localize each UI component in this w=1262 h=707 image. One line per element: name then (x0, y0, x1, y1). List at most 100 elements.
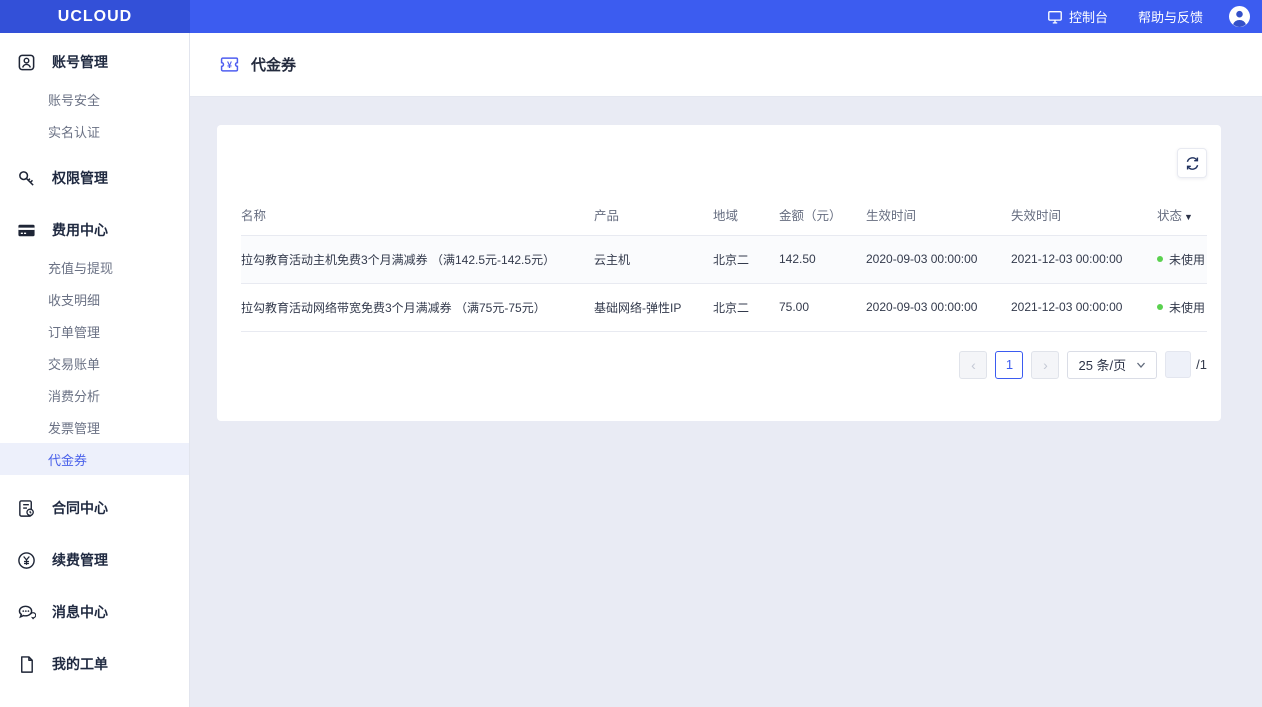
sidebar-item-label: 订单管理 (48, 322, 100, 341)
console-label: 控制台 (1069, 7, 1108, 26)
key-icon (16, 168, 36, 188)
sidebar-item-consumption[interactable]: 消费分析 (0, 379, 189, 411)
header-status-label: 状态 (1157, 209, 1182, 223)
sidebar-item-label: 合同中心 (52, 498, 108, 518)
sidebar-item-label: 发票管理 (48, 418, 100, 437)
user-avatar[interactable] (1229, 6, 1250, 27)
cell-product: 云主机 (594, 235, 713, 283)
sort-desc-icon[interactable]: ▼ (1184, 212, 1193, 222)
contract-clock-icon (16, 498, 36, 518)
chevron-left-icon: ‹ (971, 357, 976, 373)
document-icon (16, 654, 36, 674)
credit-card-icon (16, 220, 36, 240)
sidebar-item-permission[interactable]: 权限管理 (0, 157, 189, 199)
sidebar: 账号管理 账号安全 实名认证 权限管理 费用中心 充值与提现 收支明细 订单管理 (0, 33, 190, 707)
sidebar-item-label: 代金券 (48, 450, 87, 469)
user-badge-icon (16, 52, 36, 72)
cell-start-time: 2020-09-03 00:00:00 (866, 235, 1011, 283)
voucher-card: 名称 产品 地域 金额（元） 生效时间 失效时间 状态▼ 拉勾教育活动主机免费3… (217, 125, 1221, 421)
sidebar-item-recharge[interactable]: 充值与提现 (0, 251, 189, 283)
sidebar-item-label: 费用中心 (52, 220, 108, 240)
sidebar-item-message[interactable]: 消息中心 (0, 591, 189, 633)
sidebar-item-billing[interactable]: 费用中心 (0, 209, 189, 251)
svg-text:¥: ¥ (227, 60, 232, 70)
header-end-time: 失效时间 (1011, 195, 1157, 235)
cell-status: 未使用 (1157, 235, 1207, 283)
topbar: UCLOUD 控制台 帮助与反馈 (0, 0, 1262, 33)
header-start-time: 生效时间 (866, 195, 1011, 235)
sidebar-item-account[interactable]: 账号管理 (0, 41, 189, 83)
cell-amount: 142.50 (779, 235, 866, 283)
console-link[interactable]: 控制台 (1047, 7, 1108, 26)
sidebar-item-label: 收支明细 (48, 290, 100, 309)
voucher-table: 名称 产品 地域 金额（元） 生效时间 失效时间 状态▼ 拉勾教育活动主机免费3… (241, 195, 1207, 332)
next-page-button[interactable]: › (1031, 351, 1059, 379)
header-region: 地域 (713, 195, 779, 235)
cell-end-time: 2021-12-03 00:00:00 (1011, 235, 1157, 283)
table-row: 拉勾教育活动主机免费3个月满减券 （满142.5元-142.5元） 云主机 北京… (241, 235, 1207, 283)
sidebar-item-contract[interactable]: 合同中心 (0, 487, 189, 529)
sidebar-item-label: 账号管理 (52, 52, 108, 72)
sidebar-item-label: 续费管理 (52, 550, 108, 570)
current-page-button[interactable]: 1 (995, 351, 1023, 379)
card-toolbar (241, 148, 1207, 178)
sidebar-item-trade-bills[interactable]: 交易账单 (0, 347, 189, 379)
status-badge: 未使用 (1169, 251, 1205, 268)
sidebar-item-account-security[interactable]: 账号安全 (0, 83, 189, 115)
total-pages-label: /1 (1196, 357, 1207, 372)
chevron-right-icon: › (1043, 357, 1048, 373)
refresh-button[interactable] (1177, 148, 1207, 178)
header-status[interactable]: 状态▼ (1157, 195, 1207, 235)
logo[interactable]: UCLOUD (0, 0, 190, 33)
page-title: 代金券 (251, 54, 296, 75)
sidebar-item-orders[interactable]: 订单管理 (0, 315, 189, 347)
sidebar-item-voucher[interactable]: 代金券 (0, 443, 189, 475)
sidebar-item-label: 我的工单 (52, 654, 108, 674)
cell-name: 拉勾教育活动主机免费3个月满减券 （满142.5元-142.5元） (241, 235, 594, 283)
sidebar-item-label: 充值与提现 (48, 258, 113, 277)
logo-text: UCLOUD (58, 8, 132, 26)
sidebar-item-ticket[interactable]: 我的工单 (0, 643, 189, 685)
cell-amount: 75.00 (779, 283, 866, 331)
sidebar-item-income-expense[interactable]: 收支明细 (0, 283, 189, 315)
help-label: 帮助与反馈 (1138, 7, 1203, 26)
header-name: 名称 (241, 195, 594, 235)
table-header-row: 名称 产品 地域 金额（元） 生效时间 失效时间 状态▼ (241, 195, 1207, 235)
page-size-select[interactable]: 25 条/页 (1067, 351, 1157, 379)
page-jump-input[interactable] (1165, 351, 1191, 378)
help-link[interactable]: 帮助与反馈 (1138, 7, 1203, 26)
voucher-ticket-icon: ¥ (220, 55, 239, 74)
sidebar-item-label: 账号安全 (48, 90, 100, 109)
sidebar-item-label: 消息中心 (52, 602, 108, 622)
cell-region: 北京二 (713, 235, 779, 283)
chevron-down-icon (1136, 360, 1146, 370)
cell-start-time: 2020-09-03 00:00:00 (866, 283, 1011, 331)
status-dot-green (1157, 304, 1163, 310)
pagination: ‹ 1 › 25 条/页 /1 (241, 351, 1207, 379)
cell-end-time: 2021-12-03 00:00:00 (1011, 283, 1157, 331)
sidebar-item-realname[interactable]: 实名认证 (0, 115, 189, 147)
header-product: 产品 (594, 195, 713, 235)
cell-name: 拉勾教育活动网络带宽免费3个月满减券 （满75元-75元） (241, 283, 594, 331)
status-dot-green (1157, 256, 1163, 262)
prev-page-button[interactable]: ‹ (959, 351, 987, 379)
sidebar-item-label: 权限管理 (52, 168, 108, 188)
page-size-value: 25 条/页 (1078, 355, 1126, 374)
cell-status: 未使用 (1157, 283, 1207, 331)
header-amount: 金额（元） (779, 195, 866, 235)
sidebar-item-label: 消费分析 (48, 386, 100, 405)
refresh-icon (1184, 155, 1201, 172)
sidebar-item-label: 实名认证 (48, 122, 100, 141)
yuan-circle-icon (16, 550, 36, 570)
sidebar-item-label: 交易账单 (48, 354, 100, 373)
chat-bubbles-icon (16, 602, 36, 622)
sidebar-item-invoice[interactable]: 发票管理 (0, 411, 189, 443)
content-area: 名称 产品 地域 金额（元） 生效时间 失效时间 状态▼ 拉勾教育活动主机免费3… (190, 97, 1262, 707)
cell-region: 北京二 (713, 283, 779, 331)
monitor-icon (1047, 9, 1063, 25)
sidebar-item-renewal[interactable]: 续费管理 (0, 539, 189, 581)
table-row: 拉勾教育活动网络带宽免费3个月满减券 （满75元-75元） 基础网络-弹性IP … (241, 283, 1207, 331)
avatar-icon (1229, 6, 1250, 27)
topbar-right: 控制台 帮助与反馈 (190, 0, 1262, 33)
cell-product: 基础网络-弹性IP (594, 283, 713, 331)
